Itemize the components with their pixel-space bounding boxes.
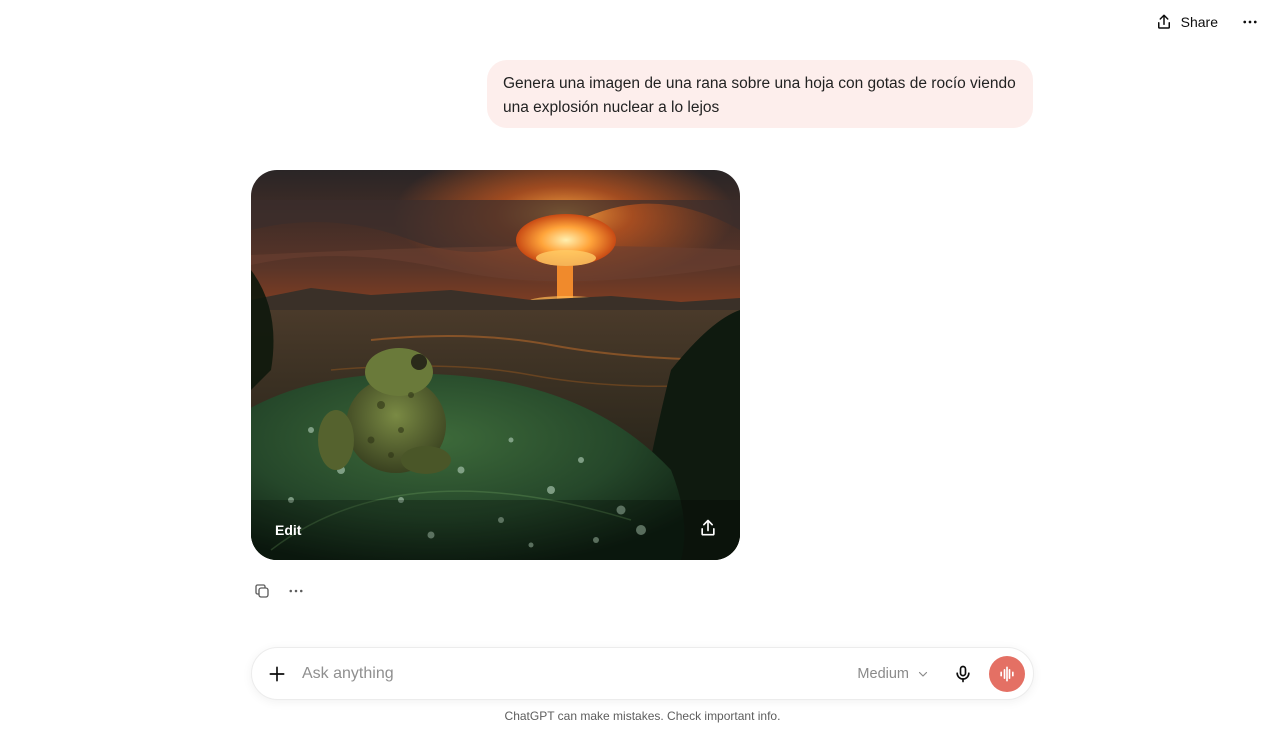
copy-button[interactable] — [251, 580, 273, 602]
top-bar: Share — [1145, 6, 1266, 38]
message-more-button[interactable] — [285, 580, 307, 602]
share-label: Share — [1180, 14, 1218, 30]
generated-image[interactable]: Edit — [251, 170, 740, 560]
prompt-input[interactable] — [302, 653, 858, 694]
user-message: Genera una imagen de una rana sobre una … — [487, 60, 1033, 128]
more-options-button[interactable] — [1234, 6, 1266, 38]
add-attachment-button[interactable] — [264, 661, 290, 687]
model-label: Medium — [857, 665, 909, 682]
more-icon — [1243, 20, 1257, 24]
dictate-button[interactable] — [949, 660, 977, 688]
share-icon — [1157, 14, 1170, 29]
frog-nuclear-scene — [251, 170, 740, 560]
share-button[interactable]: Share — [1145, 6, 1228, 38]
voice-mode-button[interactable] — [989, 655, 1025, 692]
model-selector[interactable]: Medium — [857, 666, 929, 682]
share-icon[interactable] — [698, 518, 718, 538]
plus-icon — [269, 666, 285, 681]
chat-page: Share Genera una imagen de una rana sobr… — [0, 0, 1280, 732]
composer: Medium — [251, 647, 1034, 700]
disclaimer: ChatGPT can make mistakes. Check importa… — [504, 709, 781, 723]
message-actions — [251, 580, 307, 602]
voice-mode-icon — [1000, 666, 1014, 681]
microphone-icon — [956, 665, 970, 682]
more-icon — [289, 589, 303, 593]
edit-image-button[interactable]: Edit — [275, 522, 301, 538]
chevron-down-icon — [918, 671, 928, 677]
copy-icon — [255, 584, 269, 598]
